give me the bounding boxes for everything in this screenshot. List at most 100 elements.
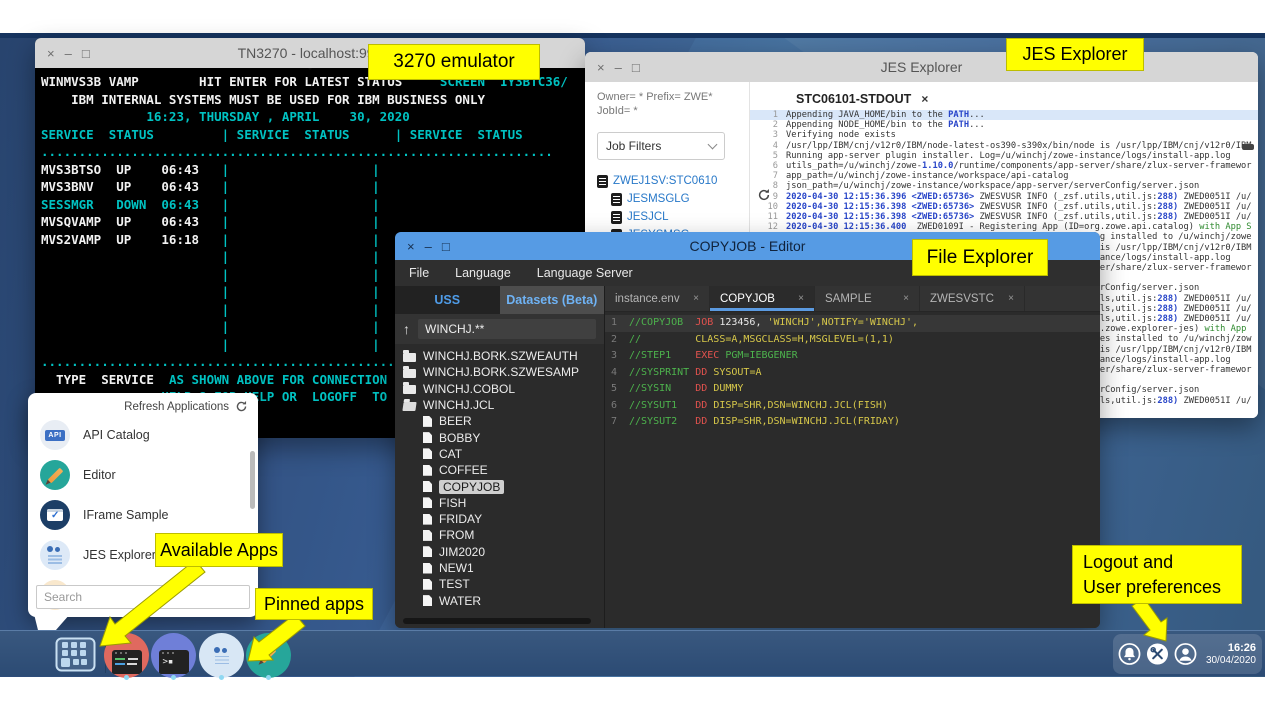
text-segment: ZWESVUSR INFO (_zsf.utils,util.js: [974, 212, 1157, 222]
app-menu-item-label: JES Explorer [83, 548, 156, 562]
text-segment: 16:23, THURSDAY , APRIL 30, 2020 [41, 109, 410, 124]
app-menu-item-iframe-sample[interactable]: ✓IFrame Sample [28, 495, 258, 535]
jes-filter-summary: Owner= * Prefix= ZWE* JobId= * [597, 90, 741, 118]
dataset-folder[interactable]: WINCHJ.BORK.SZWESAMP [395, 364, 604, 380]
editor-app-icon[interactable] [246, 633, 291, 678]
code-editor[interactable]: 1//COPYJOB JOB 123456, 'WINCHJ',NOTIFY='… [605, 312, 1100, 628]
user-icon[interactable] [1174, 641, 1197, 667]
jes-explorer-app-icon[interactable] [199, 633, 244, 678]
log-line-number: 3 [750, 130, 786, 140]
panel-tab-datasets-beta-[interactable]: Datasets (Beta) [500, 286, 605, 314]
refresh-icon[interactable] [235, 400, 248, 413]
text-segment: ZWESVUSR INFO (_zsf.utils,util.js: [974, 192, 1157, 202]
text-segment: | [372, 232, 380, 247]
text-segment: | [199, 179, 229, 194]
dataset-member[interactable]: BEER [395, 413, 604, 429]
close-tab-icon[interactable]: × [1008, 293, 1014, 304]
annotation-jes-explorer: JES Explorer [1006, 38, 1144, 71]
running-indicator [124, 675, 129, 680]
text-segment: DISP=SHR,DSN=WINCHJ.JCL(FISH) [713, 398, 888, 415]
terminal-menu-handle-icon[interactable] [299, 68, 321, 70]
jes-dd-item[interactable]: JESMSGLG [611, 190, 741, 208]
dataset-member[interactable]: FRIDAY [395, 511, 604, 527]
code-line-number: 3 [605, 348, 629, 365]
dataset-member[interactable]: WATER [395, 592, 604, 608]
dataset-folder[interactable]: WINCHJ.COBOL [395, 381, 604, 397]
editor-tab-sample[interactable]: SAMPLE× [815, 286, 920, 311]
menu-item-file[interactable]: File [409, 266, 429, 280]
tree-item-label: NEW1 [439, 561, 474, 575]
scrollbar-thumb[interactable] [1242, 144, 1254, 150]
log-line-number: 12 [750, 222, 786, 232]
job-filters-dropdown[interactable]: Job Filters [597, 132, 725, 160]
editor-tab-instance-env[interactable]: instance.env × [605, 286, 710, 311]
dataset-tree: WINCHJ.BORK.SZWEAUTHWINCHJ.BORK.SZWESAMP… [395, 344, 604, 628]
terminal-app-icon[interactable] [104, 633, 149, 678]
spool-file-tab[interactable]: STC06101-STDOUT × [796, 92, 928, 106]
app-menu-item-editor[interactable]: Editor [28, 455, 258, 495]
code-line-number: 6 [605, 398, 629, 415]
up-directory-icon[interactable]: ↑ [403, 321, 410, 337]
log-line: 4/usr/lpp/IBM/cnj/v12r0/IBM/node-latest-… [750, 141, 1258, 151]
dataset-member[interactable]: COPYJOB [395, 478, 604, 494]
dataset-member[interactable]: COFFEE [395, 462, 604, 478]
scrollbar-thumb[interactable] [250, 451, 255, 509]
code-line: 5//SYSIN DD DUMMY [605, 381, 1100, 398]
dataset-member[interactable]: BOBBY [395, 429, 604, 445]
editor-tab-copyjob[interactable]: COPYJOB× [710, 286, 815, 311]
dataset-filter-input[interactable]: WINCHJ.** [418, 319, 596, 339]
dataset-member[interactable]: FISH [395, 495, 604, 511]
close-tab-icon[interactable]: × [798, 293, 804, 304]
text-segment: DD [695, 414, 707, 431]
dataset-member[interactable]: JIM2020 [395, 544, 604, 560]
settings-icon[interactable] [1146, 641, 1169, 667]
terminal-line: IBM INTERNAL SYSTEMS MUST BE USED FOR IB… [41, 91, 579, 109]
jes-dd-label: JESJCL [627, 211, 669, 223]
file-icon [423, 579, 432, 590]
dataset-member[interactable]: TEST [395, 576, 604, 592]
menu-item-language-server[interactable]: Language Server [537, 266, 633, 280]
editor-tab-label: instance.env [615, 293, 680, 305]
code-line-number: 2 [605, 332, 629, 349]
taskbar: >▪ 16:26 30/04/2020 [0, 630, 1265, 676]
dataset-member[interactable]: NEW1 [395, 560, 604, 576]
log-line-number: 4 [750, 141, 786, 151]
scrollbar-thumb[interactable] [403, 618, 591, 624]
search-input[interactable] [36, 585, 250, 609]
jes-dd-item[interactable]: JESJCL [611, 208, 741, 226]
text-segment [229, 179, 372, 194]
notifications-icon[interactable] [1118, 641, 1141, 667]
text-segment: //SYSUT1 [629, 398, 677, 415]
text-segment: Appending JAVA_HOME/bin to the [786, 110, 948, 120]
dataset-folder[interactable]: WINCHJ.JCL [395, 397, 604, 413]
panel-tab-uss[interactable]: USS [395, 286, 500, 314]
dataset-member[interactable]: FROM [395, 527, 604, 543]
text-segment: //SYSUT2 [629, 414, 677, 431]
text-segment: CLASS=A,MSGCLASS=H,MSGLEVEL=(1,1) [695, 332, 894, 349]
close-tab-icon[interactable]: × [903, 293, 909, 304]
code-line-number: 1 [605, 315, 629, 332]
file-icon [423, 465, 432, 476]
text-segment: | | [41, 337, 380, 352]
terminal-line: 16:23, THURSDAY , APRIL 30, 2020 [41, 108, 579, 126]
text-segment: EXEC [695, 348, 719, 365]
text-segment: 288) [1157, 294, 1178, 304]
close-tab-icon[interactable]: × [921, 92, 928, 106]
dataset-folder[interactable]: WINCHJ.BORK.SZWEAUTH [395, 348, 604, 364]
log-line-number: 10 [750, 202, 786, 212]
text-segment: with App S [1199, 222, 1251, 232]
jes-job-item[interactable]: ZWEJ1SV:STC06101 [597, 172, 741, 190]
menu-item-language[interactable]: Language [455, 266, 511, 280]
editor-tabbar: instance.env×COPYJOB×SAMPLE×ZWESVSTC× [605, 286, 1100, 312]
app-menu-item-api-catalog[interactable]: APIAPI Catalog [28, 415, 258, 455]
tree-item-label: WINCHJ.COBOL [423, 382, 515, 396]
tn3270-app-icon[interactable]: >▪ [151, 633, 196, 678]
editor-tab-zwesvstc[interactable]: ZWESVSTC× [920, 286, 1025, 311]
log-line: 92020-04-30 12:15:36.396 <ZWED:65736> ZW… [750, 192, 1258, 202]
app-launcher-button[interactable] [55, 637, 96, 672]
file-icon [423, 563, 432, 574]
text-segment: /runtime/components/app-server/share/zlu… [953, 161, 1251, 171]
dataset-member[interactable]: CAT [395, 446, 604, 462]
close-tab-icon[interactable]: × [693, 293, 699, 304]
refresh-applications-button[interactable]: Refresh Applications [124, 401, 229, 413]
